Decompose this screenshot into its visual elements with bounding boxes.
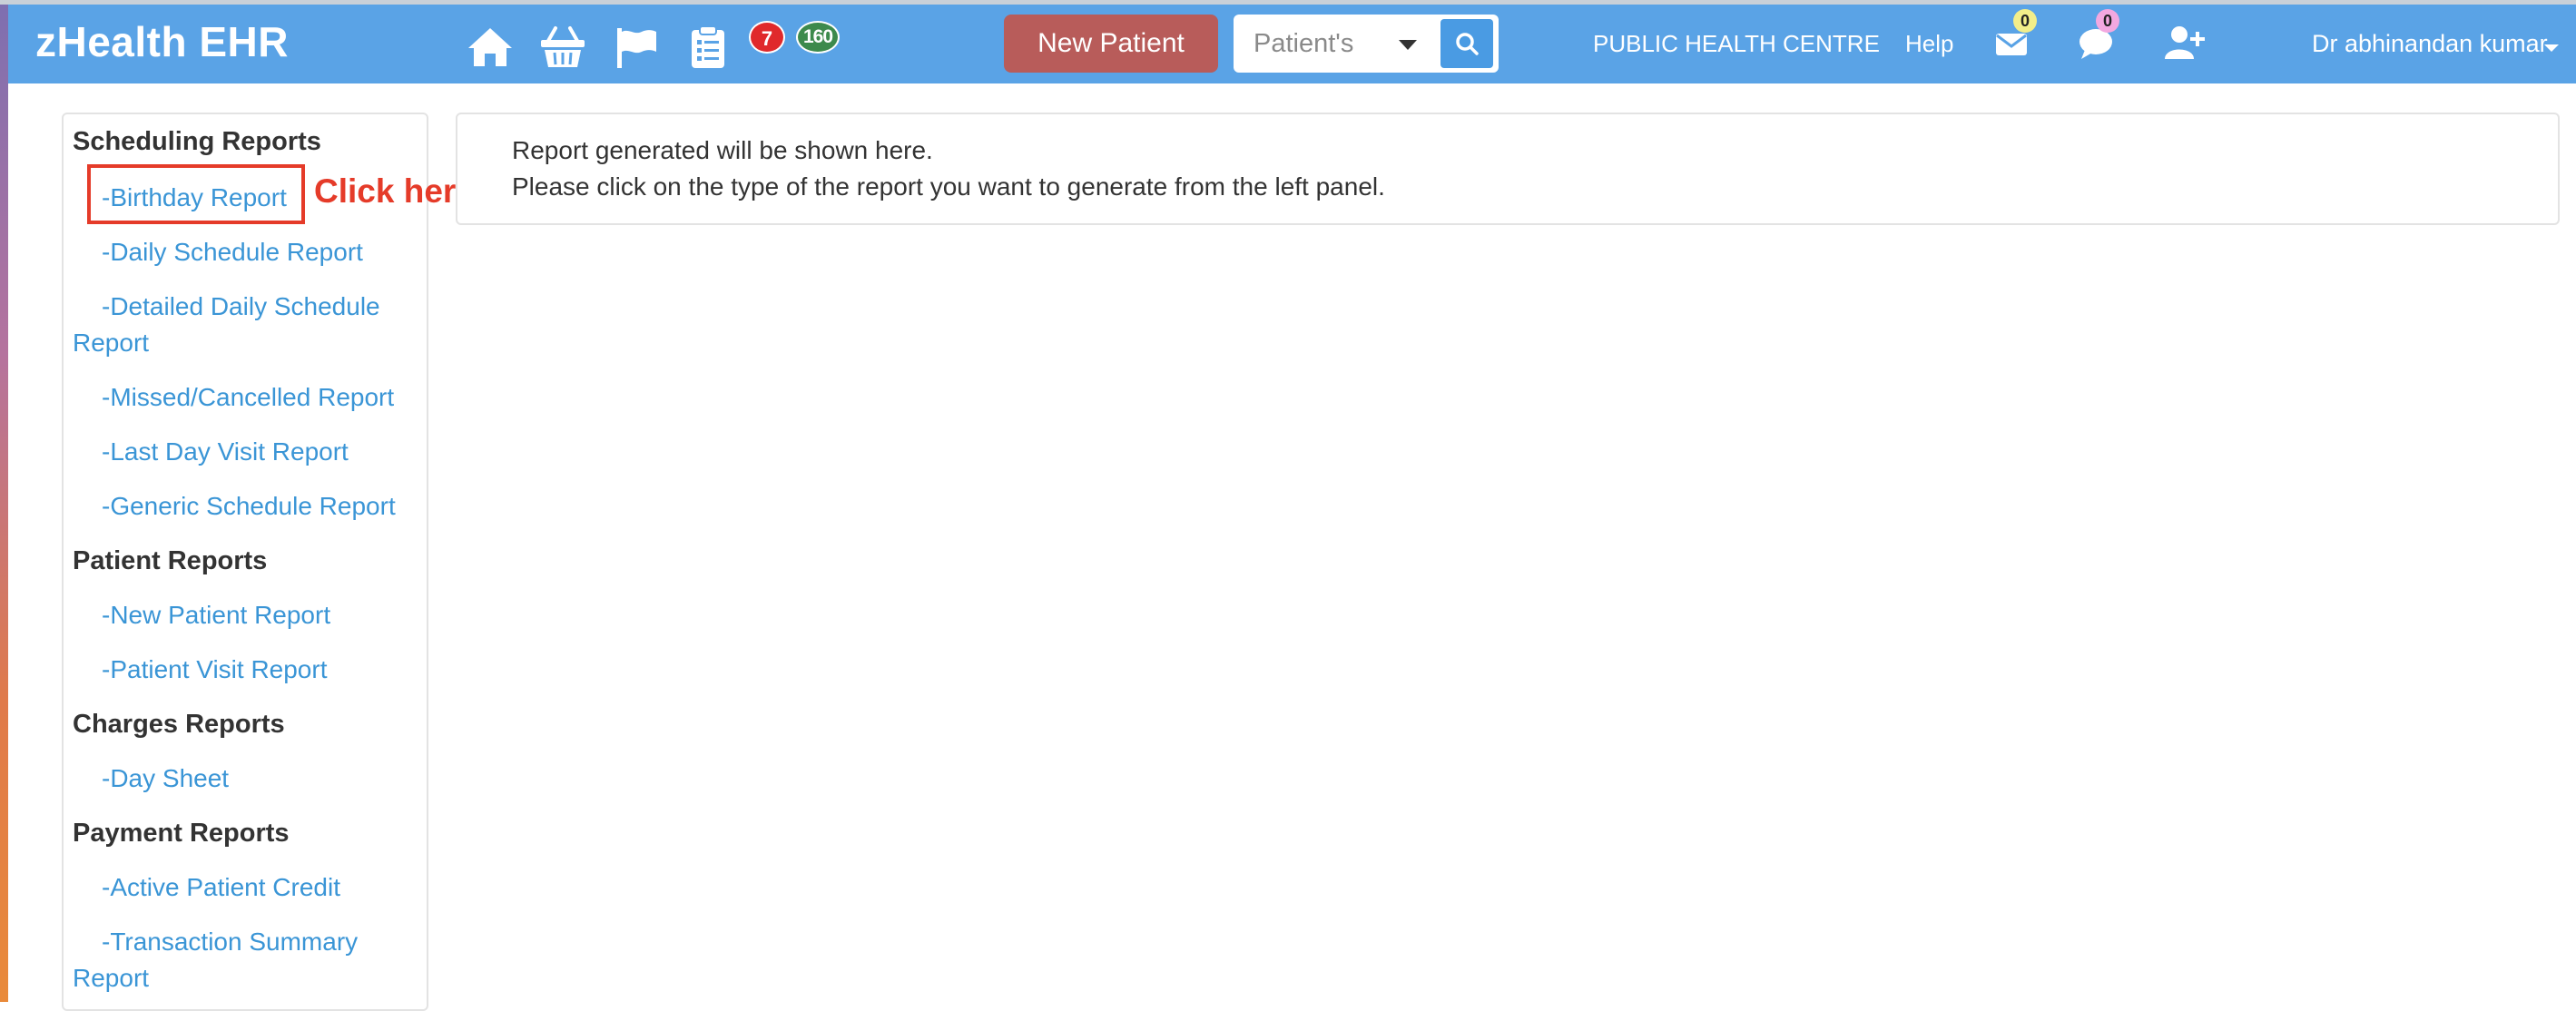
help-link[interactable]: Help	[1905, 5, 1953, 83]
section-header-payment: Payment Reports	[73, 819, 290, 848]
user-menu[interactable]: Dr abhinandan kumar	[2312, 5, 2548, 83]
link-last-day-visit-report[interactable]: -Last Day Visit Report	[102, 434, 349, 470]
link-active-patient-credit[interactable]: -Active Patient Credit	[102, 869, 340, 906]
report-placeholder-line1: Report generated will be shown here.	[512, 136, 933, 164]
annotation-highlight-box	[87, 164, 305, 224]
link-detailed-daily-schedule-report[interactable]: -Detailed Daily Schedule Report	[73, 289, 399, 361]
patient-search-group: Patient's	[1234, 15, 1499, 73]
link-day-sheet[interactable]: -Day Sheet	[102, 761, 229, 797]
notification-badge-green[interactable]: 160	[796, 21, 840, 54]
chevron-down-icon[interactable]	[1399, 40, 1417, 50]
report-placeholder-line2: Please click on the type of the report y…	[512, 172, 1385, 201]
link-missed-cancelled-report[interactable]: -Missed/Cancelled Report	[102, 379, 394, 416]
top-navbar: zHealth EHR 7 160 New Patient Patient's …	[8, 5, 2576, 83]
reports-sidebar: Scheduling Reports -Birthday Report -Dai…	[62, 113, 428, 1011]
chat-count-badge[interactable]: 0	[2096, 9, 2119, 33]
annotation-click-here: Click here	[314, 172, 475, 210]
search-icon	[1456, 33, 1479, 55]
desktop-edge	[0, 5, 8, 1002]
search-button[interactable]	[1440, 19, 1493, 68]
home-icon[interactable]	[467, 25, 514, 70]
link-new-patient-report[interactable]: -New Patient Report	[102, 597, 330, 633]
add-user-icon[interactable]	[2165, 25, 2205, 61]
basket-icon[interactable]	[539, 25, 586, 70]
flag-icon[interactable]	[613, 25, 660, 70]
link-patient-visit-report[interactable]: -Patient Visit Report	[102, 652, 328, 688]
mail-count-badge[interactable]: 0	[2013, 9, 2037, 33]
facility-name[interactable]: PUBLIC HEALTH CENTRE	[1593, 5, 1880, 83]
clipboard-icon[interactable]	[684, 25, 732, 70]
link-daily-schedule-report[interactable]: -Daily Schedule Report	[102, 234, 363, 270]
report-output-panel: Report generated will be shown here. Ple…	[456, 113, 2560, 225]
mail-icon[interactable]	[1994, 28, 2029, 59]
section-header-patient: Patient Reports	[73, 546, 268, 575]
section-header-charges: Charges Reports	[73, 710, 285, 739]
section-header-scheduling: Scheduling Reports	[73, 127, 321, 156]
brand-logo[interactable]: zHealth EHR	[35, 17, 289, 66]
new-patient-button[interactable]: New Patient	[1004, 15, 1218, 73]
patient-search-select[interactable]: Patient's	[1254, 15, 1353, 73]
caret-down-icon[interactable]	[2544, 44, 2559, 52]
link-transaction-summary-report[interactable]: -Transaction Summary Report	[73, 924, 399, 996]
notification-badge-red[interactable]: 7	[749, 21, 785, 54]
link-generic-schedule-report[interactable]: -Generic Schedule Report	[102, 488, 396, 525]
